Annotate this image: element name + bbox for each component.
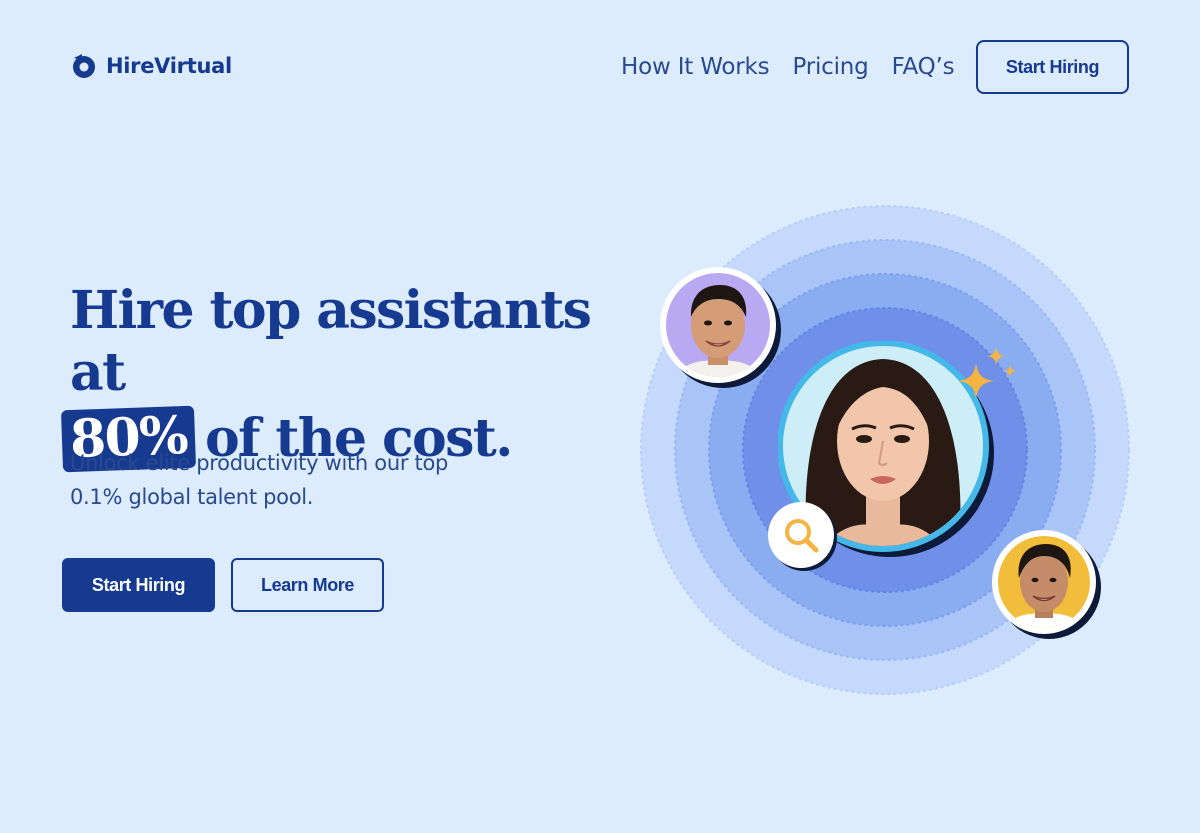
main-nav: How It Works Pricing FAQ’s [621,54,955,80]
search-icon [768,502,837,571]
sparkle-icon [958,347,1016,399]
header-start-hiring-button[interactable]: Start Hiring [976,40,1129,94]
learn-more-button[interactable]: Learn More [231,558,384,612]
nav-pricing[interactable]: Pricing [792,54,868,80]
candidate-avatar-2 [992,530,1101,639]
start-hiring-button[interactable]: Start Hiring [62,558,215,612]
logo-icon [73,54,95,78]
candidate-avatar-1 [660,267,781,388]
brand-logo[interactable]: HireVirtual [70,52,232,80]
hero-headline: Hire top assistants at 80% of the cost. [60,280,630,473]
hero-illustration [640,205,1130,695]
nav-faqs[interactable]: FAQ’s [892,54,955,80]
hero-subtitle: Unlock elite productivity with our top 0… [70,451,449,509]
headline-line-1: Hire top assistants at [70,280,592,403]
brand-name: HireVirtual [106,54,232,78]
nav-how-it-works[interactable]: How It Works [621,54,770,80]
